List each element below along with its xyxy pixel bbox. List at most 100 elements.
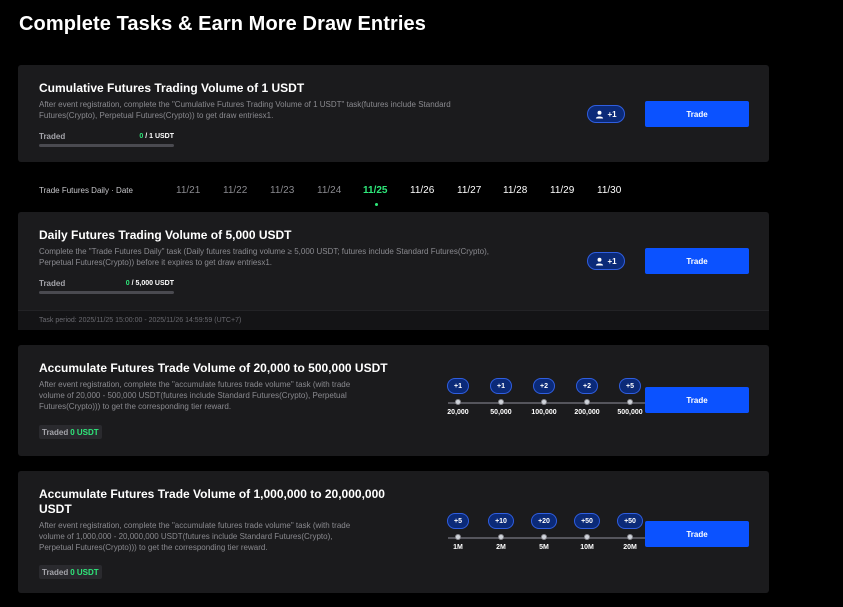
user-icon <box>596 110 604 119</box>
traded-label: Traded <box>42 427 69 437</box>
date-selector-label: Trade Futures Daily · Date <box>39 186 133 195</box>
traded-label: Traded <box>42 567 69 577</box>
daily-date-selector: Trade Futures Daily · Date 11/21 11/22 1… <box>39 185 639 206</box>
task-description-line: volume of 1,000,000 - 20,000,000 USDT(fu… <box>39 532 333 541</box>
date-tab-11-21[interactable]: 11/21 <box>176 185 200 196</box>
tier-step: +50 20M <box>612 513 648 551</box>
task-description-line: After event registration, complete the "… <box>39 380 351 389</box>
tier-reward-badge: +5 <box>447 513 469 529</box>
tier-threshold: 1M <box>453 544 463 551</box>
date-tab-11-26[interactable]: 11/26 <box>410 185 434 196</box>
tier-dot <box>627 534 633 540</box>
task-description-line: Futures(Crypto), Perpetual Futures(Crypt… <box>39 111 274 120</box>
task-title: Accumulate Futures Trade Volume of 20,00… <box>39 361 388 375</box>
tier-reward-badge: +50 <box>617 513 643 529</box>
tier-threshold: 50,000 <box>490 409 512 416</box>
user-icon <box>596 257 604 266</box>
progress-bar <box>39 291 174 294</box>
tier-dot <box>584 534 590 540</box>
task-description: After event registration, complete the "… <box>39 379 350 412</box>
tier-step: +5 1M <box>440 513 476 551</box>
progress-target: / 1 USDT <box>143 133 174 140</box>
tier-dot <box>541 534 547 540</box>
date-tab-11-30[interactable]: 11/30 <box>597 185 621 196</box>
task-title: Accumulate Futures Trade Volume of 1,000… <box>39 487 385 517</box>
tier-threshold: 2M <box>496 544 506 551</box>
progress-value: 0 / 5,000 USDT <box>108 280 174 287</box>
task-description: After event registration, complete the "… <box>39 99 451 121</box>
tier-dot <box>455 399 461 405</box>
task-title: Daily Futures Trading Volume of 5,000 US… <box>39 228 292 242</box>
date-tab-11-25[interactable]: 11/25 <box>363 185 387 196</box>
tier-threshold: 20M <box>623 544 637 551</box>
progress-value: 0 / 1 USDT <box>118 133 174 140</box>
tier-dot <box>541 399 547 405</box>
tier-progress: +5 1M +10 2M +20 5M +50 10M +50 20M <box>440 513 648 563</box>
tier-step: +10 2M <box>483 513 519 551</box>
tier-reward-badge: +20 <box>531 513 557 529</box>
tier-step: +1 20,000 <box>440 378 476 416</box>
tier-reward-badge: +1 <box>490 378 512 394</box>
traded-volume-chip: Traded 0 USDT <box>39 565 102 579</box>
progress-target: / 5,000 USDT <box>129 280 174 287</box>
task-card-cumulative-1usdt: Cumulative Futures Trading Volume of 1 U… <box>18 65 769 162</box>
date-tab-11-27[interactable]: 11/27 <box>457 185 481 196</box>
task-title-line: USDT <box>39 502 72 516</box>
task-title: Cumulative Futures Trading Volume of 1 U… <box>39 81 305 95</box>
trade-button[interactable]: Trade <box>645 248 749 274</box>
trade-button[interactable]: Trade <box>645 521 749 547</box>
task-description-line: After event registration, complete the "… <box>39 100 451 109</box>
tier-threshold: 500,000 <box>617 409 643 416</box>
task-card-tier-1m-20m: Accumulate Futures Trade Volume of 1,000… <box>18 471 769 593</box>
traded-value: 0 USDT <box>70 567 99 577</box>
tier-dot <box>627 399 633 405</box>
date-tab-11-24[interactable]: 11/24 <box>317 185 341 196</box>
task-period: Task period: 2025/11/25 15:00:00 - 2025/… <box>18 310 769 330</box>
date-tab-11-29[interactable]: 11/29 <box>550 185 574 196</box>
tier-reward-badge: +5 <box>619 378 641 394</box>
tier-threshold: 10M <box>580 544 594 551</box>
tier-threshold: 200,000 <box>574 409 600 416</box>
tier-step: +1 50,000 <box>483 378 519 416</box>
traded-value: 0 USDT <box>70 427 99 437</box>
tier-step: +50 10M <box>569 513 605 551</box>
trade-button[interactable]: Trade <box>645 387 749 413</box>
tier-threshold: 20,000 <box>447 409 469 416</box>
tier-reward-badge: +2 <box>576 378 598 394</box>
tier-dot <box>498 399 504 405</box>
task-title-line: Accumulate Futures Trade Volume of 1,000… <box>39 487 385 501</box>
progress-bar <box>39 144 174 147</box>
active-date-indicator <box>375 203 378 206</box>
task-description-line: Futures(Crypto))) to get the correspondi… <box>39 402 232 411</box>
tier-reward-badge: +50 <box>574 513 600 529</box>
tier-step: +2 200,000 <box>569 378 605 416</box>
tier-threshold: 100,000 <box>531 409 557 416</box>
tier-step: +2 100,000 <box>526 378 562 416</box>
tier-step: +20 5M <box>526 513 562 551</box>
draw-entry-badge: +1 <box>587 105 625 123</box>
draw-entry-count: +1 <box>607 109 617 119</box>
trade-button[interactable]: Trade <box>645 101 749 127</box>
draw-entry-count: +1 <box>607 256 617 266</box>
tier-progress: +1 20,000 +1 50,000 +2 100,000 +2 200,00… <box>440 378 648 428</box>
task-card-daily-5000usdt: Daily Futures Trading Volume of 5,000 US… <box>18 212 769 330</box>
task-card-tier-20k-500k: Accumulate Futures Trade Volume of 20,00… <box>18 345 769 456</box>
page-title: Complete Tasks & Earn More Draw Entries <box>19 13 426 35</box>
progress-label: Traded <box>39 132 66 141</box>
tier-dot <box>498 534 504 540</box>
tier-threshold: 5M <box>539 544 549 551</box>
tier-dot <box>455 534 461 540</box>
date-tab-11-22[interactable]: 11/22 <box>223 185 247 196</box>
date-tab-11-28[interactable]: 11/28 <box>503 185 527 196</box>
tier-reward-badge: +10 <box>488 513 514 529</box>
tier-step: +5 500,000 <box>612 378 648 416</box>
tier-dot <box>584 399 590 405</box>
task-description-line: volume of 20,000 - 500,000 USDT(futures … <box>39 391 347 400</box>
task-description: Complete the "Trade Futures Daily" task … <box>39 246 489 268</box>
progress-label: Traded <box>39 279 66 288</box>
draw-entry-badge: +1 <box>587 252 625 270</box>
date-tab-11-23[interactable]: 11/23 <box>270 185 294 196</box>
task-description-line: Complete the "Trade Futures Daily" task … <box>39 247 489 256</box>
task-description-line: Perpetual Futures(Crypto)) before it exp… <box>39 258 272 267</box>
traded-volume-chip: Traded 0 USDT <box>39 425 102 439</box>
